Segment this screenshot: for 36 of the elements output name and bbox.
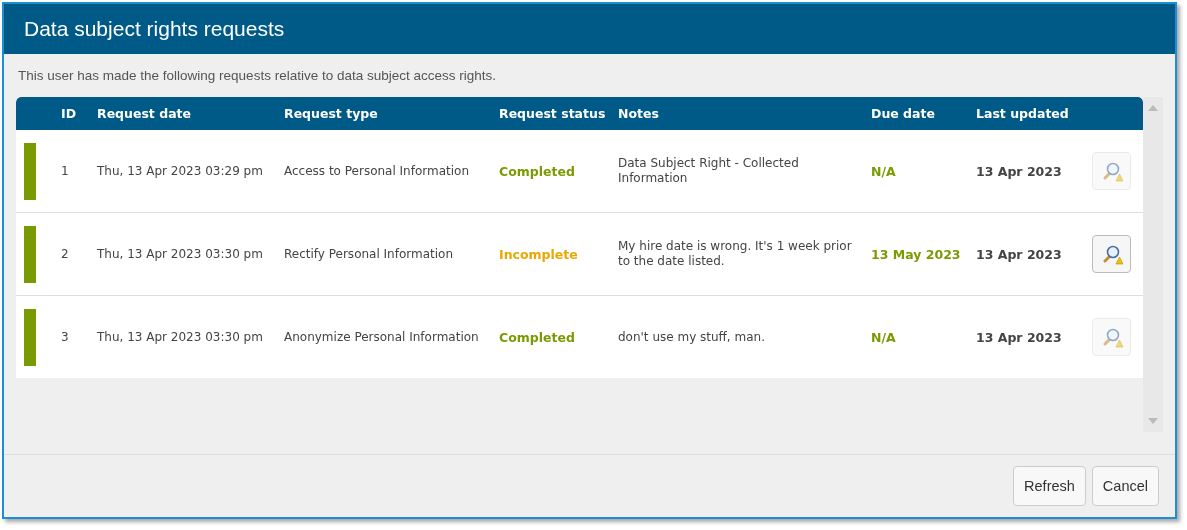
due-date: N/A [871, 163, 897, 179]
column-header: Last updated [976, 106, 1070, 121]
table-cell-text: Thu, 13 Apr 2023 03:30 pm [97, 247, 264, 261]
column-header: Due date [871, 106, 936, 121]
status-text: Incomplete [499, 246, 579, 262]
table-cell-text: 13 Apr 2023 [976, 163, 1063, 179]
table-cell-text: 3 [61, 330, 70, 344]
table-cell-text: 13 Apr 2023 [976, 329, 1063, 345]
scroll-up-icon[interactable] [1148, 105, 1158, 111]
table-cell-text: Anonymize Personal Information [284, 330, 480, 344]
table-cell-text: Thu, 13 Apr 2023 03:29 pm [97, 164, 264, 178]
dialog-button[interactable]: Refresh [1013, 466, 1086, 506]
due-date: N/A [871, 329, 897, 345]
due-date: 13 May 2023 [871, 246, 962, 262]
table-cell-text: Access to Personal Information [284, 164, 471, 178]
dialog-button[interactable]: Cancel [1091, 466, 1159, 506]
column-header: Request type [284, 106, 379, 121]
scroll-down-icon[interactable] [1148, 418, 1158, 424]
table-cell-text: 2 [61, 247, 70, 261]
table-cell-text: 1 [61, 164, 70, 178]
column-header: Request date [97, 106, 193, 121]
table-cell-text: Data Subject Right - Collected Information [618, 156, 800, 186]
table-cell-text: Rectify Personal Information [284, 247, 455, 261]
column-header: Notes [618, 106, 660, 121]
view-button[interactable] [1092, 235, 1131, 273]
scrollbar[interactable] [1143, 97, 1163, 432]
table-cell-text: Thu, 13 Apr 2023 03:30 pm [97, 330, 264, 344]
column-header: ID [61, 106, 78, 121]
table-cell-text: My hire date is wrong. It's 1 week prior to the date listed. [618, 239, 853, 269]
column-header: Request status [499, 106, 607, 121]
intro-text: This user has made the following requests relative to data subject access rights. [18, 68, 497, 83]
window-title: Data subject rights requests [24, 17, 285, 41]
status-text: Completed [499, 163, 576, 179]
table-cell-text: 13 Apr 2023 [976, 246, 1063, 262]
status-text: Completed [499, 329, 576, 345]
table-cell-text: don't use my stuff, man. [618, 329, 766, 345]
